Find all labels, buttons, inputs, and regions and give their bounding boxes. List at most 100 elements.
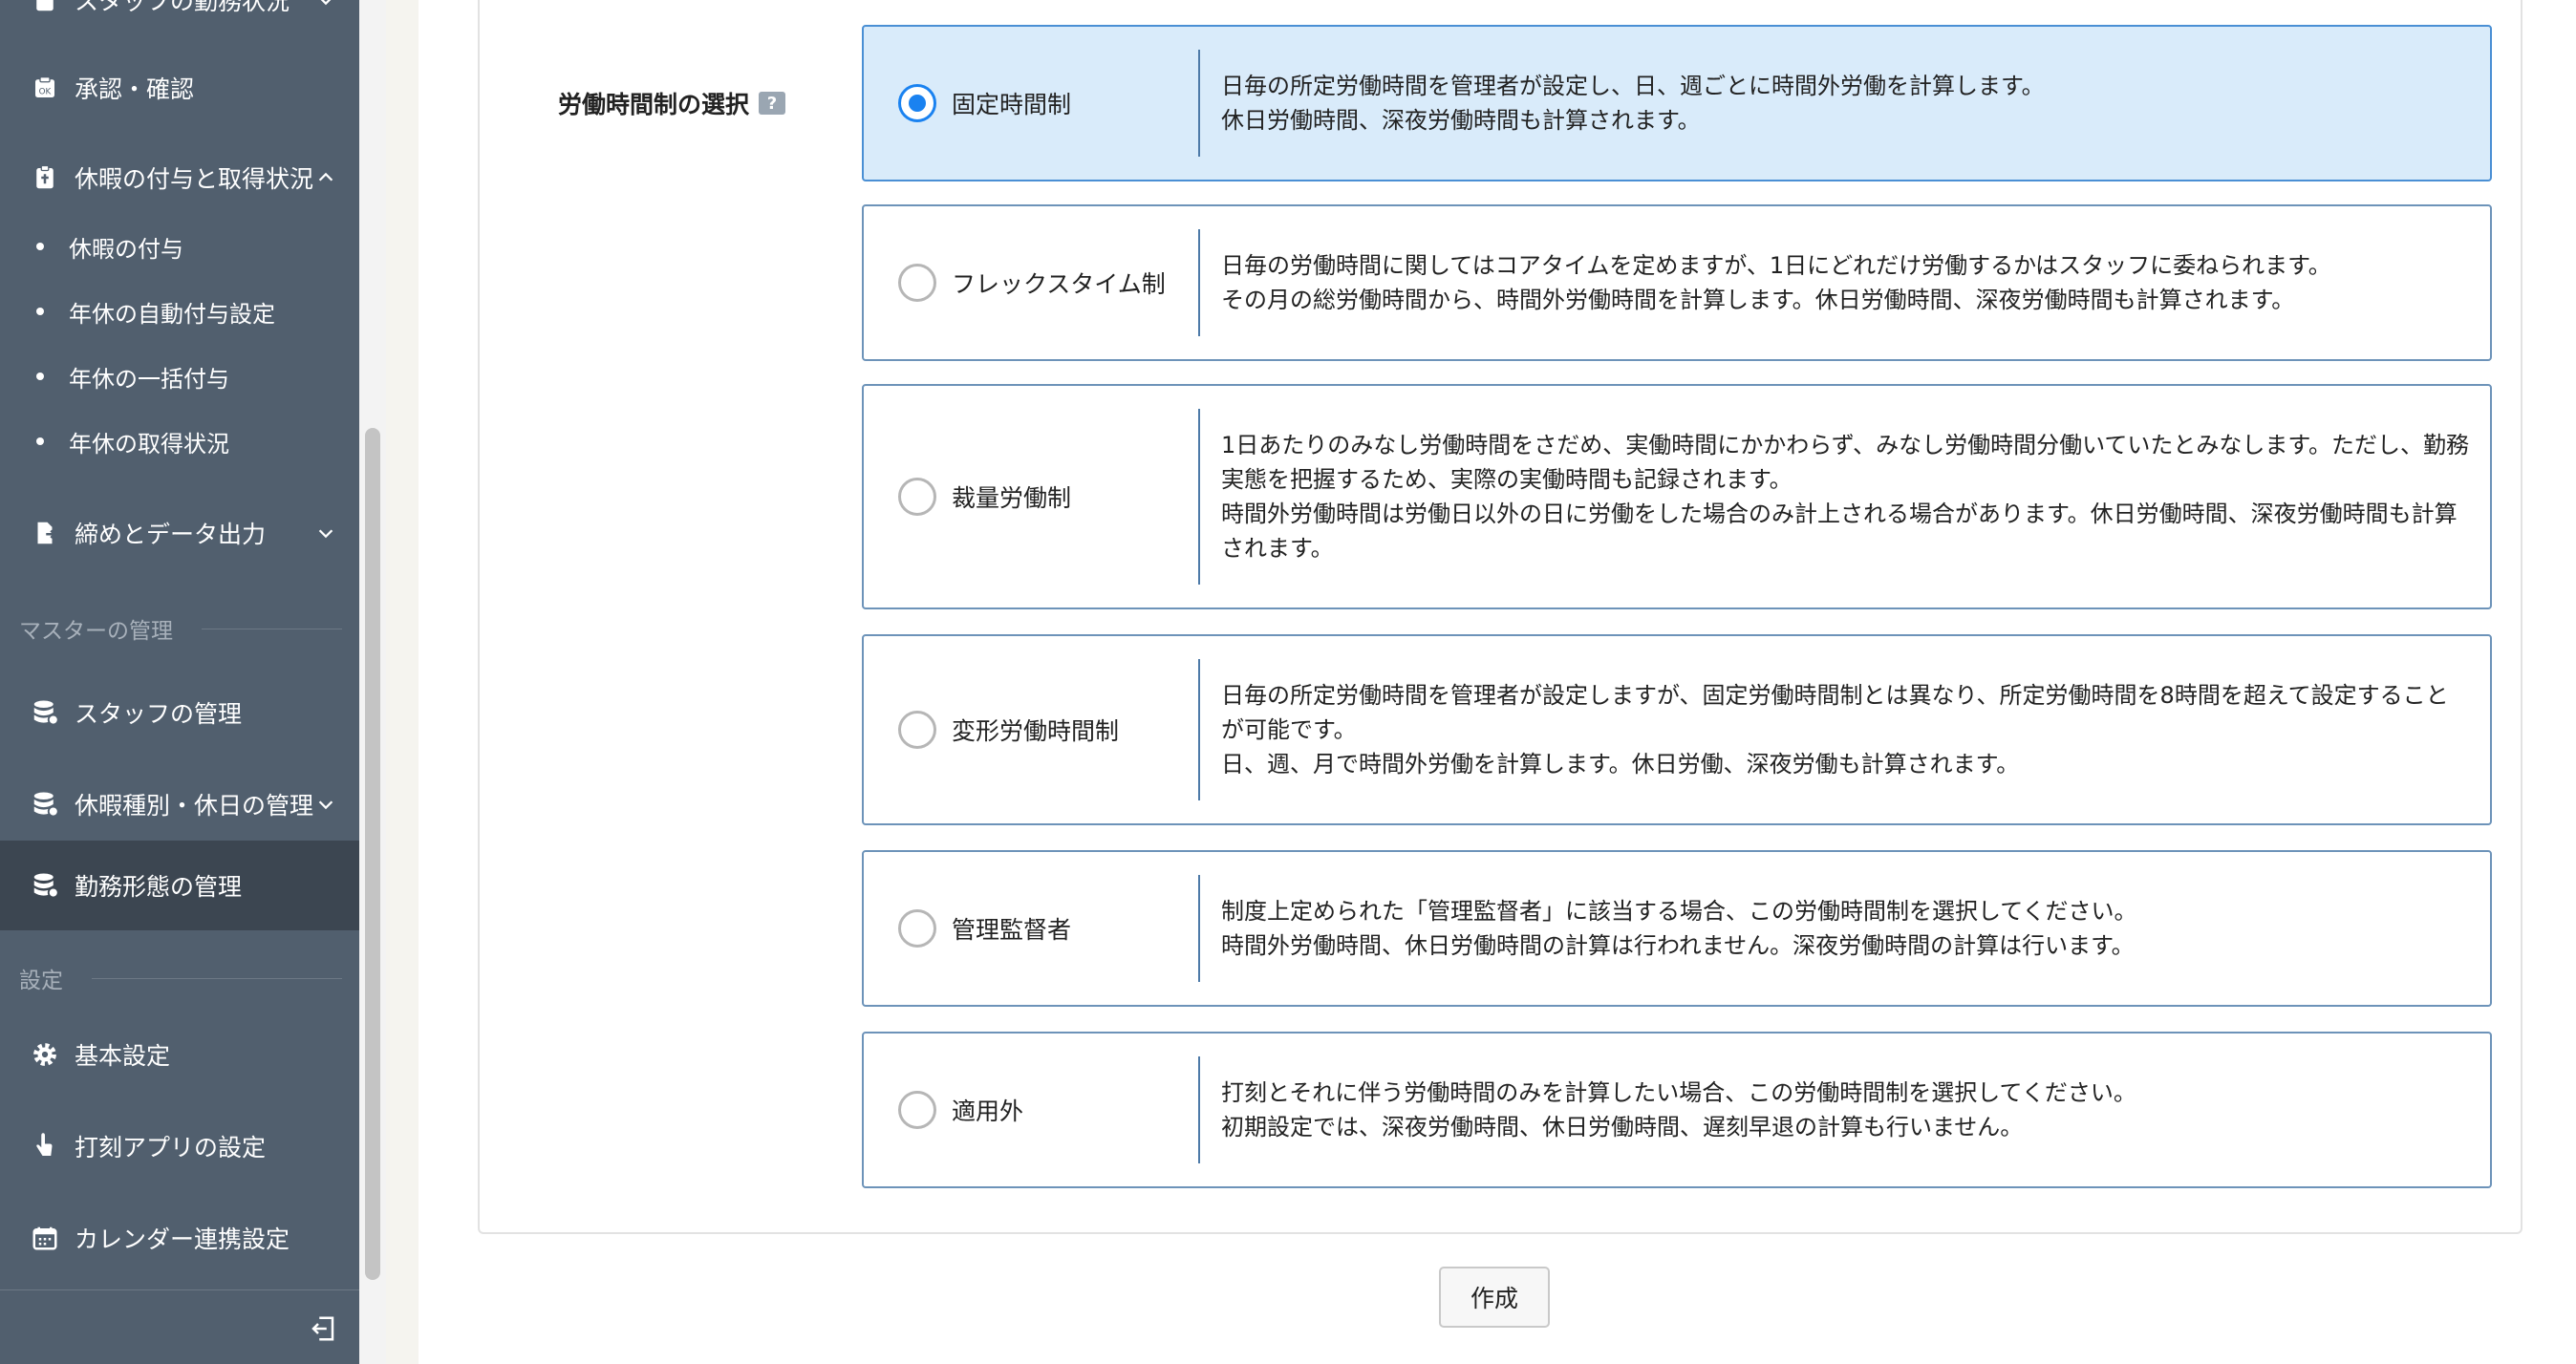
chevron-up-icon	[315, 167, 336, 188]
description-line: 日毎の労働時間に関してはコアタイムを定めますが、1日にどれだけ労働するかはスタッ…	[1221, 252, 2331, 279]
section-label-settings: 設定	[19, 959, 342, 997]
sidebar-item-label: 基本設定	[75, 1042, 171, 1070]
option-not-applicable[interactable]: 適用外 打刻とそれに伴う労働時間のみを計算したい場合、この労働時間制を選択してく…	[862, 1032, 2492, 1188]
collapse-sidebar-icon[interactable]	[308, 1313, 338, 1344]
clipboard-icon	[31, 0, 59, 14]
option-label: フレックスタイム制	[952, 270, 1166, 298]
option-divider	[1198, 50, 1200, 157]
description-line: その月の総労働時間から、時間外労働時間を計算します。休日労働時間、深夜労働時間も…	[1221, 287, 2295, 313]
help-icon[interactable]: ?	[759, 92, 786, 115]
description-line: 休日労働時間、深夜労働時間も計算されます。	[1221, 107, 1701, 134]
sidebar-item-work-patterns[interactable]: 勤務形態の管理	[0, 841, 359, 930]
radio-button[interactable]	[898, 264, 936, 302]
export-icon	[31, 519, 59, 547]
section-divider	[92, 977, 342, 979]
sidebar-item-leave-types[interactable]: 休暇種別・休日の管理	[0, 758, 359, 850]
field-label-text: 労働時間制の選択	[558, 91, 750, 118]
sidebar-subitem-auto-grant[interactable]: 年休の自動付与設定	[0, 279, 359, 344]
page-gutter	[386, 0, 419, 1364]
gear-icon	[31, 1040, 59, 1069]
option-label: 管理監督者	[952, 916, 1072, 944]
sidebar: スタッフの勤務状況 OK 承認・確認 休暇の付与と取得状況 休暇の付与 年休の自…	[0, 0, 359, 1364]
description-line: 打刻とそれに伴う労働時間のみを計算したい場合、この労働時間制を選択してください。	[1221, 1079, 2136, 1106]
radio-button[interactable]	[898, 478, 936, 516]
description-line: 日、週、月で時間外労働を計算します。休日労働、深夜労働も計算されます。	[1221, 751, 2020, 778]
sidebar-subitem-label: 年休の自動付与設定	[69, 300, 275, 328]
option-label: 固定時間制	[952, 91, 1072, 118]
sidebar-subitem-leave-status[interactable]: 年休の取得状況	[0, 409, 359, 474]
chevron-down-icon	[315, 522, 336, 543]
bullet-icon	[36, 437, 44, 445]
radio-button[interactable]	[898, 909, 936, 948]
option-description: 日毎の所定労働時間を管理者が設定し、日、週ごとに時間外労働を計算します。 休日労…	[1221, 69, 2471, 138]
radio-button[interactable]	[898, 84, 936, 122]
sidebar-item-label: 打刻アプリの設定	[75, 1134, 267, 1162]
option-description: 1日あたりのみなし労働時間をさだめ、実働時間にかかわらず、みなし労働時間分働いて…	[1221, 428, 2471, 565]
section-label-text: 設定	[19, 969, 63, 993]
database-settings-icon	[31, 871, 59, 900]
option-managerial[interactable]: 管理監督者 制度上定められた「管理監督者」に該当する場合、この労働時間制を選択し…	[862, 850, 2492, 1007]
sidebar-subitem-label: 年休の取得状況	[69, 430, 229, 458]
sidebar-subitem-bulk-grant[interactable]: 年休の一括付与	[0, 344, 359, 409]
section-label-text: マスターの管理	[19, 619, 173, 644]
description-line: 日毎の所定労働時間を管理者が設定しますが、固定労働時間制とは異なり、所定労働時間…	[1221, 682, 2449, 709]
option-label: 適用外	[952, 1098, 1024, 1125]
sidebar-item-approval[interactable]: OK 承認・確認	[0, 42, 359, 134]
radio-button[interactable]	[898, 1091, 936, 1129]
database-icon	[31, 698, 59, 727]
field-label-work-hour-system: 労働時間制の選択 ?	[558, 84, 786, 122]
option-description: 制度上定められた「管理監督者」に該当する場合、この労働時間制を選択してください。…	[1221, 894, 2471, 963]
option-label: 裁量労働制	[952, 484, 1072, 512]
option-divider	[1198, 659, 1200, 800]
sidebar-item-label: スタッフの管理	[75, 700, 243, 728]
option-description: 打刻とそれに伴う労働時間のみを計算したい場合、この労働時間制を選択してください。…	[1221, 1076, 2471, 1144]
description-line: 実態を把握するため、実際の実働時間も記録されます。	[1221, 466, 1792, 493]
sidebar-item-label: 休暇の付与と取得状況	[75, 165, 314, 193]
calendar-icon	[31, 1224, 59, 1252]
sidebar-item-punch-app[interactable]: 打刻アプリの設定	[0, 1100, 359, 1192]
sidebar-item-staff-status[interactable]: スタッフの勤務状況	[0, 0, 359, 46]
option-divider	[1198, 1056, 1200, 1163]
leave-icon	[31, 163, 59, 192]
description-line: されます。	[1221, 535, 1334, 562]
sidebar-subitem-leave-grant[interactable]: 休暇の付与	[0, 214, 359, 279]
sidebar-item-closing-export[interactable]: 締めとデータ出力	[0, 487, 359, 579]
create-button[interactable]: 作成	[1439, 1267, 1550, 1328]
sidebar-item-leave[interactable]: 休暇の付与と取得状況	[0, 132, 359, 224]
option-fixed-hours[interactable]: 固定時間制 日毎の所定労働時間を管理者が設定し、日、週ごとに時間外労働を計算しま…	[862, 25, 2492, 181]
option-description: 日毎の労働時間に関してはコアタイムを定めますが、1日にどれだけ労働するかはスタッ…	[1221, 248, 2471, 317]
option-description: 日毎の所定労働時間を管理者が設定しますが、固定労働時間制とは異なり、所定労働時間…	[1221, 678, 2471, 781]
radio-button[interactable]	[898, 711, 936, 749]
option-flextime[interactable]: フレックスタイム制 日毎の労働時間に関してはコアタイムを定めますが、1日にどれだ…	[862, 204, 2492, 361]
option-label: 変形労働時間制	[952, 717, 1120, 745]
hand-icon	[31, 1132, 59, 1161]
option-discretionary[interactable]: 裁量労働制 1日あたりのみなし労働時間をさだめ、実働時間にかかわらず、みなし労働…	[862, 384, 2492, 609]
option-variable-hours[interactable]: 変形労働時間制 日毎の所定労働時間を管理者が設定しますが、固定労働時間制とは異な…	[862, 634, 2492, 825]
description-line: 制度上定められた「管理監督者」に該当する場合、この労働時間制を選択してください。	[1221, 898, 2137, 925]
database-settings-icon	[31, 790, 59, 819]
description-line: 時間外労働時間、休日労働時間の計算は行われません。深夜労働時間の計算は行います。	[1221, 932, 2135, 959]
sidebar-item-label: 休暇種別・休日の管理	[75, 792, 314, 820]
sidebar-item-calendar-sync[interactable]: カレンダー連携設定	[0, 1192, 359, 1284]
sidebar-item-basic-settings[interactable]: 基本設定	[0, 1009, 359, 1100]
bullet-icon	[36, 308, 44, 315]
section-label-master: マスターの管理	[19, 609, 342, 648]
sidebar-item-label: 承認・確認	[75, 75, 195, 103]
sidebar-item-label: スタッフの勤務状況	[75, 0, 290, 15]
sidebar-item-staff-management[interactable]: スタッフの管理	[0, 667, 359, 758]
approval-icon: OK	[31, 74, 59, 102]
description-line: 日毎の所定労働時間を管理者が設定し、日、週ごとに時間外労働を計算します。	[1221, 73, 2045, 99]
sidebar-item-label: 勤務形態の管理	[75, 873, 243, 901]
sidebar-subitem-label: 休暇の付与	[69, 235, 183, 263]
bullet-icon	[36, 243, 44, 250]
description-line: 時間外労働時間は労働日以外の日に労働をした場合のみ計上される場合があります。休日…	[1221, 501, 2458, 527]
sidebar-scrollbar-thumb[interactable]	[365, 428, 380, 1280]
description-line: 1日あたりのみなし労働時間をさだめ、実働時間にかかわらず、みなし労働時間分働いて…	[1221, 432, 2469, 458]
chevron-down-icon	[315, 794, 336, 815]
description-line: が可能です。	[1221, 716, 1357, 743]
option-divider	[1198, 875, 1200, 982]
sidebar-item-label: 締めとデータ出力	[75, 521, 267, 548]
bullet-icon	[36, 373, 44, 380]
svg-text:OK: OK	[39, 87, 52, 96]
chevron-down-icon	[315, 0, 336, 11]
